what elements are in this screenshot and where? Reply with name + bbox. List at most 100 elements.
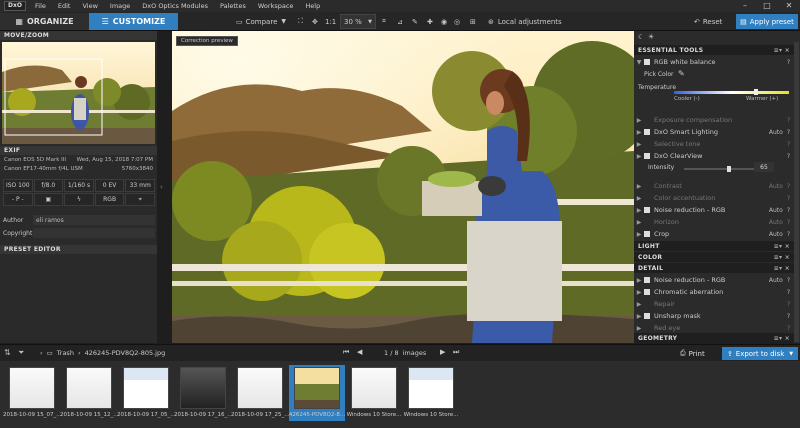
checkbox-icon[interactable] xyxy=(644,207,650,213)
maximize-icon[interactable]: □ xyxy=(756,0,778,12)
menu-image[interactable]: Image xyxy=(104,2,136,10)
tool-row[interactable]: ▶ Crop Auto? xyxy=(634,228,794,240)
checkbox-icon[interactable] xyxy=(644,59,650,65)
breadcrumb-folder[interactable]: Trash xyxy=(57,349,74,357)
expand-icon[interactable]: ▶ xyxy=(634,289,644,296)
essential-tools-header[interactable]: ESSENTIAL TOOLS ≡▾ × xyxy=(634,45,794,55)
intensity-slider[interactable] xyxy=(684,166,754,172)
help-icon[interactable]: ? xyxy=(787,129,790,136)
tool-row[interactable]: ▶ DxO Smart Lighting Auto? xyxy=(634,126,794,138)
eye-icon[interactable]: ◎ xyxy=(454,14,460,29)
menu-help[interactable]: Help xyxy=(299,2,326,10)
tool-row[interactable]: ▶ DxO ClearView? xyxy=(634,150,794,162)
filter-icon[interactable]: ⏷ xyxy=(18,348,24,358)
expand-icon[interactable]: ▶ xyxy=(634,219,644,226)
menu-optics-modules[interactable]: DxO Optics Modules xyxy=(136,2,214,10)
intensity-value[interactable]: 65 xyxy=(754,162,774,172)
tool-row[interactable]: ▶ Horizon Auto? xyxy=(634,216,794,228)
expand-icon[interactable]: ▶ xyxy=(634,195,644,202)
expand-icon[interactable]: ▶ xyxy=(634,183,644,190)
image-viewer[interactable] xyxy=(172,31,634,343)
expand-icon[interactable]: ▶ xyxy=(634,207,644,214)
panel-menu-icon[interactable]: ≡▾ × xyxy=(774,254,790,261)
tool-row[interactable]: ▶ Unsharp mask? xyxy=(634,310,794,322)
zoom-level-select[interactable]: 30 % ▼ xyxy=(340,14,376,29)
tool-row[interactable]: ▶ Selective tone? xyxy=(634,138,794,150)
tool-row[interactable]: ▶ Contrast Auto? xyxy=(634,180,794,192)
film-thumbnail[interactable]: 2018-10-09 17_05_... xyxy=(117,365,175,421)
expand-icon[interactable]: ▶ xyxy=(634,117,644,124)
print-button[interactable]: ⎙ Print xyxy=(680,347,705,360)
film-thumbnail[interactable]: 2018-10-09 17_25_... xyxy=(231,365,289,421)
tool-value[interactable]: Auto xyxy=(769,129,783,136)
correction-preview-badge[interactable]: Correction preview xyxy=(176,36,238,46)
expand-icon[interactable]: ▶ xyxy=(634,153,644,160)
compare-button[interactable]: ▭ Compare ▼ xyxy=(236,14,286,29)
reset-button[interactable]: ↶ Reset xyxy=(694,14,722,29)
temperature-slider-thumb[interactable] xyxy=(753,89,758,95)
tool-row[interactable]: ▶ Noise reduction - RGB Auto? xyxy=(634,204,794,216)
collapse-left-icon[interactable]: ‹ xyxy=(160,183,163,191)
panel-menu-icon[interactable]: ≡▾ × xyxy=(774,335,790,342)
film-thumbnail[interactable]: 426245-PDV8Q2-8... xyxy=(289,365,345,421)
film-thumbnail[interactable]: 2018-10-09 15_12_... xyxy=(60,365,118,421)
fit-screen-icon[interactable]: ⛶ xyxy=(298,14,303,29)
help-icon[interactable]: ? xyxy=(787,183,790,190)
eyedropper-icon[interactable]: ✎ xyxy=(412,14,418,29)
menu-workspace[interactable]: Workspace xyxy=(252,2,300,10)
repair-icon[interactable]: ✚ xyxy=(427,14,433,29)
tool-value[interactable]: Auto xyxy=(769,219,783,226)
help-icon[interactable]: ? xyxy=(787,195,790,202)
moon-icon[interactable]: ☾ xyxy=(638,33,644,41)
tool-value[interactable]: Auto xyxy=(769,231,783,238)
minimize-icon[interactable]: – xyxy=(734,0,756,12)
geometry-header[interactable]: GEOMETRY ≡▾ × xyxy=(634,333,794,343)
tool-row[interactable]: ▶ Noise reduction - RGB Auto? xyxy=(634,274,794,286)
tool-row[interactable]: ▶ Exposure compensation? xyxy=(634,114,794,126)
checkbox-icon[interactable] xyxy=(644,231,650,237)
local-adjustments-button[interactable]: ⊛ Local adjustments xyxy=(488,14,562,29)
tool-value[interactable]: Auto xyxy=(769,183,783,190)
help-icon[interactable]: ? xyxy=(787,117,790,124)
panel-menu-icon[interactable]: ≡▾ × xyxy=(774,47,790,54)
help-icon[interactable]: ? xyxy=(787,153,790,160)
right-panel-scrollbar[interactable] xyxy=(794,42,799,342)
menu-file[interactable]: File xyxy=(29,2,52,10)
film-thumbnail[interactable]: 2018-10-09 17_16_... xyxy=(174,365,232,421)
checkbox-icon[interactable] xyxy=(644,313,650,319)
film-thumbnail[interactable]: Windows 10 Store... xyxy=(346,365,402,421)
help-icon[interactable]: ? xyxy=(787,141,790,148)
move-icon[interactable]: ✥ xyxy=(312,14,318,29)
tool-row[interactable]: ▶ Chromatic aberration? xyxy=(634,286,794,298)
export-to-disk-button[interactable]: ⇪ Export to disk ▼ xyxy=(722,347,798,360)
author-field[interactable]: eli ramos xyxy=(33,215,155,225)
help-icon[interactable]: ? xyxy=(787,207,790,214)
close-icon[interactable]: ✕ xyxy=(778,0,800,12)
redeye-icon[interactable]: ◉ xyxy=(441,14,447,29)
grid-overlay-icon[interactable]: ⊞ xyxy=(470,14,476,29)
expand-icon[interactable]: ▶ xyxy=(634,231,644,238)
expand-icon[interactable]: ▶ xyxy=(634,141,644,148)
crop-icon[interactable]: ⌗ xyxy=(382,14,386,29)
help-icon[interactable]: ? xyxy=(787,219,790,226)
prev-image-icon[interactable]: ◀ xyxy=(357,348,362,356)
menu-view[interactable]: View xyxy=(76,2,103,10)
panel-menu-icon[interactable]: ≡▾ × xyxy=(774,265,790,272)
sun-icon[interactable]: ☀ xyxy=(648,33,654,41)
help-icon[interactable]: ? xyxy=(787,301,790,308)
tab-organize[interactable]: ▦ ORGANIZE xyxy=(0,13,89,30)
help-icon[interactable]: ? xyxy=(787,231,790,238)
expand-icon[interactable]: ▶ xyxy=(634,277,644,284)
intensity-slider-thumb[interactable] xyxy=(726,166,731,172)
help-icon[interactable]: ? xyxy=(787,313,790,320)
color-header[interactable]: COLOR ≡▾ × xyxy=(634,252,794,262)
apply-preset-button[interactable]: ▤ Apply preset xyxy=(736,14,798,29)
help-icon[interactable]: ? xyxy=(787,59,790,66)
zoom-1to1-button[interactable]: 1:1 xyxy=(325,14,336,29)
copyright-field[interactable] xyxy=(33,228,155,238)
menu-palettes[interactable]: Palettes xyxy=(214,2,252,10)
menu-edit[interactable]: Edit xyxy=(52,2,77,10)
help-icon[interactable]: ? xyxy=(787,289,790,296)
horizon-icon[interactable]: ⊿ xyxy=(397,14,403,29)
tool-row[interactable]: ▶ Color accentuation? xyxy=(634,192,794,204)
